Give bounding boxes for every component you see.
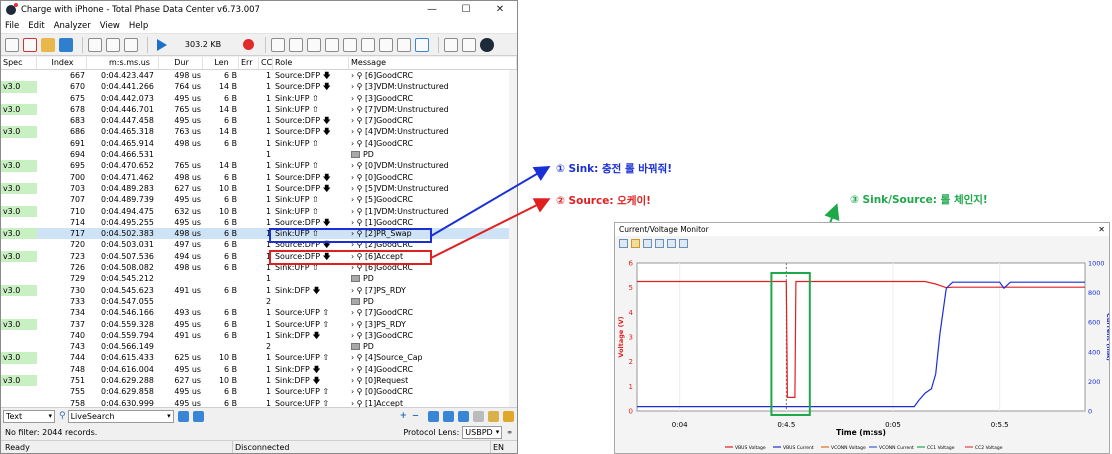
legend-label: CC2 Voltage xyxy=(975,445,1003,451)
y-right-tick-label: 0 xyxy=(1088,408,1092,416)
legend-label: VBUS Voltage xyxy=(735,445,766,451)
y-left-tick-label: 4 xyxy=(629,309,634,317)
current-voltage-monitor: Current/Voltage Monitor ✕ 0:04 0:4.5 0:05 0… xyxy=(614,222,1110,454)
x-tick-label: 0:05 xyxy=(885,421,901,429)
y-right-tick-label: 400 xyxy=(1088,348,1100,356)
y-left-tick-label: 0 xyxy=(629,408,633,416)
y-right-tick-label: 1000 xyxy=(1088,260,1105,268)
y-right-tick-label: 200 xyxy=(1088,378,1100,386)
y-left-tick-label: 3 xyxy=(629,334,633,342)
y-left-tick-label: 1 xyxy=(629,383,633,391)
annotation-sink-request: ① Sink: 충전 롤 바꿔줘! xyxy=(556,163,673,175)
x-tick-label: 0:5.5 xyxy=(991,421,1009,429)
monitor-pan-icon[interactable] xyxy=(667,238,676,248)
y-left-tick-label: 5 xyxy=(629,284,633,292)
y-left-tick-label: 2 xyxy=(629,358,633,366)
cv-chart: 0:04 0:4.5 0:05 0:5.5 0 1 2 3 4 5 6 0 200 400 600 800 10… xyxy=(617,260,1109,452)
annotation-role-change: ③ Sink/Source: 롤 체인지! xyxy=(850,194,988,206)
y-left-tick-label: 6 xyxy=(629,260,634,268)
legend-label: VCONN Current xyxy=(879,445,914,451)
legend-label: VCONN Voltage xyxy=(831,445,866,451)
x-tick-label: 0:4.5 xyxy=(777,421,795,429)
monitor-title-bar: Current/Voltage Monitor ✕ xyxy=(615,223,1109,236)
monitor-settings-icon[interactable] xyxy=(679,238,688,248)
monitor-copy-icon[interactable] xyxy=(619,238,628,248)
legend-label: VBUS Current xyxy=(783,445,814,451)
annotation-source-accept: ② Source: 오케이! xyxy=(556,195,651,207)
x-axis-label: Time (m:ss) xyxy=(836,428,886,437)
y-right-axis-label: Current (mA) xyxy=(1105,313,1109,361)
screenshot-root: Charge with iPhone - Total Phase Data Ce… xyxy=(0,0,1112,454)
monitor-title: Current/Voltage Monitor xyxy=(619,225,709,234)
x-tick-label: 0:04 xyxy=(672,421,688,429)
y-right-tick-label: 800 xyxy=(1088,289,1100,297)
monitor-toolbar xyxy=(615,236,1109,250)
monitor-fit-icon[interactable] xyxy=(655,238,664,248)
legend-label: CC1 Voltage xyxy=(927,445,955,451)
plot-area xyxy=(636,262,1086,412)
y-left-axis-label: Voltage (V) xyxy=(617,316,625,357)
monitor-close-icon[interactable]: ✕ xyxy=(1098,223,1105,236)
monitor-zoom-icon[interactable] xyxy=(643,238,652,248)
monitor-save-icon[interactable] xyxy=(631,238,640,248)
y-right-tick-label: 600 xyxy=(1088,319,1100,327)
arrow-to-a1 xyxy=(430,165,551,237)
arrow-to-a2 xyxy=(430,198,551,259)
